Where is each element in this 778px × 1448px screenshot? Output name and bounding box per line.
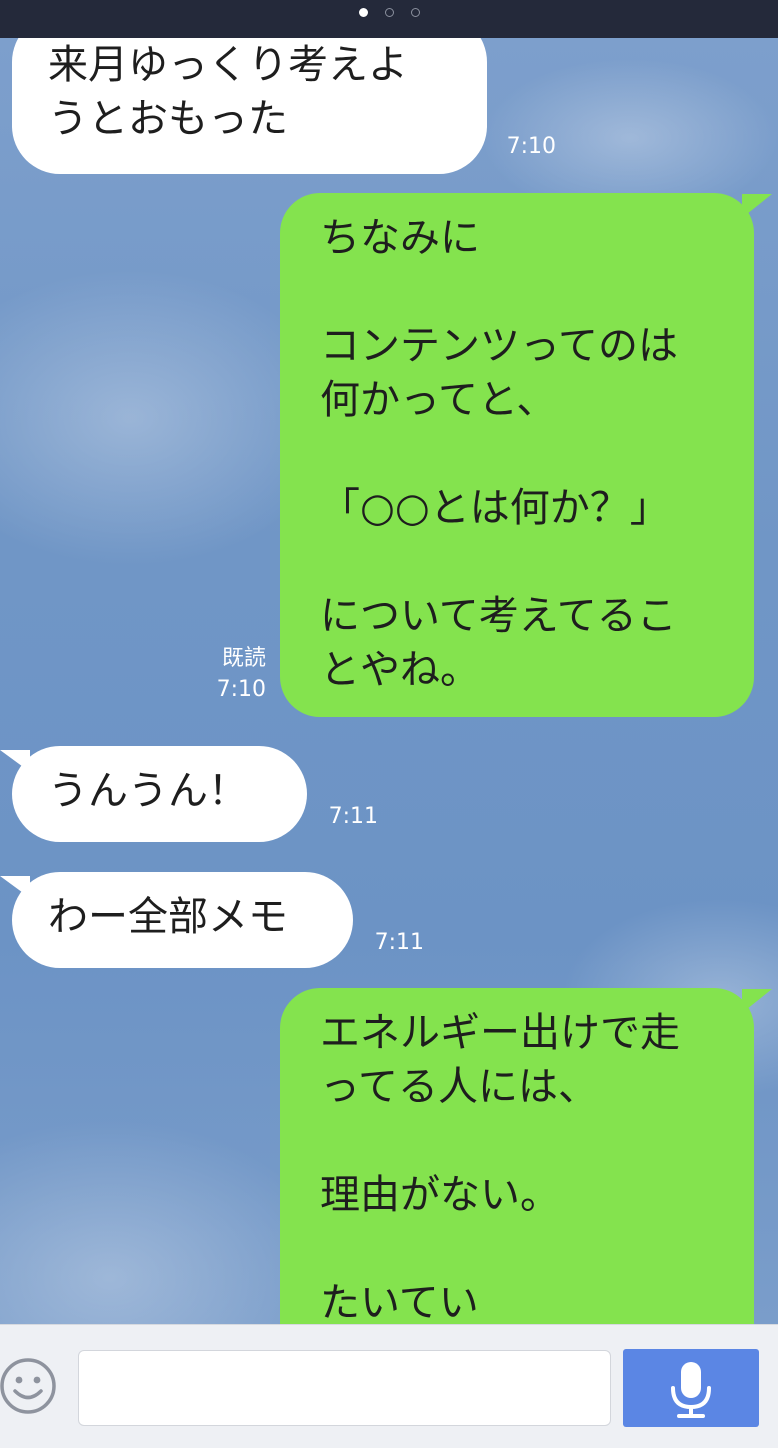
page-indicator — [0, 8, 778, 17]
message-time: 7:10 — [216, 677, 266, 702]
chat-area[interactable]: 来月ゆっくり考えよ うとおもった 7:10 ちなみに コンテンツってのは 何かっ… — [0, 38, 778, 1324]
bubble-tail — [742, 989, 772, 1013]
bubble-tail — [742, 194, 772, 218]
message-bubble[interactable]: エネルギー出けで走 ってる人には、 理由がない。 たいてい — [280, 988, 754, 1324]
message-input-bar — [0, 1324, 778, 1448]
top-status-bar — [0, 0, 778, 38]
microphone-button[interactable] — [623, 1349, 759, 1427]
page-dot-3[interactable] — [410, 8, 420, 17]
smiley-icon[interactable] — [0, 1356, 60, 1416]
message-time: 7:11 — [374, 930, 424, 955]
page-dot-2[interactable] — [384, 8, 394, 17]
read-receipt: 既読 — [221, 646, 266, 671]
message-bubble[interactable]: ちなみに コンテンツってのは 何かってと、 「○○とは何か？」 について考えてる… — [280, 193, 754, 717]
microphone-icon — [671, 1362, 711, 1418]
message-time: 7:10 — [506, 134, 556, 159]
message-time: 7:11 — [328, 804, 378, 829]
message-bubble[interactable]: わー全部メモ — [12, 872, 353, 968]
message-text-input[interactable] — [78, 1350, 611, 1426]
page-dot-1[interactable] — [358, 8, 368, 17]
message-bubble[interactable]: うんうん！ — [12, 746, 307, 842]
message-bubble[interactable]: 来月ゆっくり考えよ うとおもった — [12, 38, 487, 174]
